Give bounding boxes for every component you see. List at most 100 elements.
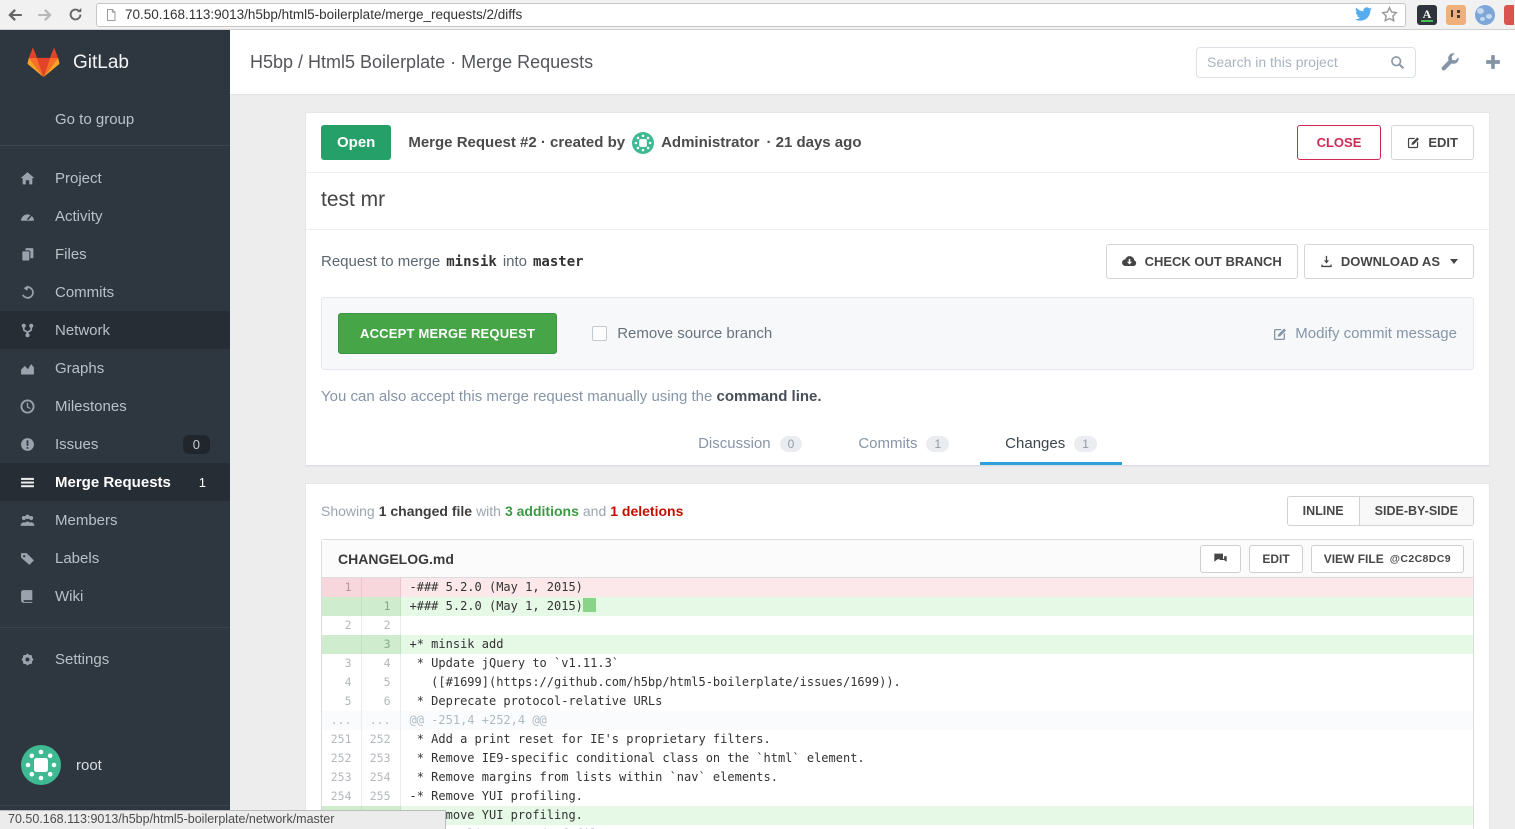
new-line-number[interactable]: 255	[361, 787, 400, 806]
sidebar-item-label: Commits	[55, 284, 114, 301]
new-line-number[interactable]: 4	[361, 654, 400, 673]
diff-file-box: CHANGELOG.md EDIT VIEW FILE @c2c8dc9 1-#…	[321, 539, 1474, 829]
check-out-branch-button[interactable]: CHECK OUT BRANCH	[1106, 244, 1298, 279]
view-file-button[interactable]: VIEW FILE @c2c8dc9	[1311, 545, 1464, 573]
mr-author[interactable]: Administrator	[661, 134, 759, 151]
search-icon[interactable]	[1390, 55, 1405, 70]
diff-line-content: * Add a print reset for IE's proprietary…	[400, 730, 1473, 749]
address-bar[interactable]: 70.50.168.113:9013/h5bp/html5-boilerplat…	[96, 3, 1406, 27]
tab-changes[interactable]: Changes 1	[980, 423, 1122, 465]
comment-toggle-button[interactable]	[1200, 545, 1241, 573]
edit-file-button[interactable]: EDIT	[1249, 545, 1302, 573]
sidebar-item-settings[interactable]: Settings	[0, 640, 230, 678]
current-user[interactable]: root	[21, 745, 102, 785]
sidebar-item-issues[interactable]: Issues 0	[0, 425, 230, 463]
remove-source-branch-checkbox[interactable]	[592, 326, 607, 341]
new-line-number[interactable]: 254	[361, 768, 400, 787]
search-input[interactable]	[1207, 54, 1390, 70]
sidebar-item-label: Labels	[55, 550, 99, 567]
tab-discussion[interactable]: Discussion 0	[673, 423, 827, 465]
sidebar-item-network[interactable]: Network	[0, 311, 230, 349]
old-line-number[interactable]: 252	[322, 749, 361, 768]
diff-file-header: CHANGELOG.md EDIT VIEW FILE @c2c8dc9	[322, 540, 1473, 578]
tab-label: Discussion	[698, 435, 771, 452]
admin-wrench-icon[interactable]	[1441, 53, 1460, 72]
bookmark-star-icon[interactable]	[1381, 6, 1398, 23]
diff-row: 1+### 5.2.0 (May 1, 2015)	[322, 597, 1473, 616]
sidebar-item-labels[interactable]: Labels	[0, 539, 230, 577]
new-line-number[interactable]: 3	[361, 635, 400, 654]
old-line-number[interactable]: 2	[322, 616, 361, 635]
new-line-number[interactable]: ...	[361, 711, 400, 730]
forward-icon[interactable]	[30, 7, 60, 23]
gitlab-logo[interactable]: GitLab	[0, 30, 230, 95]
sidebar-item-members[interactable]: Members	[0, 501, 230, 539]
url-text[interactable]: 70.50.168.113:9013/h5bp/html5-boilerplat…	[125, 7, 1346, 22]
twitter-extension-icon[interactable]	[1355, 6, 1372, 23]
back-icon[interactable]	[0, 7, 30, 23]
diff-line-content: * Remove IE9-specific conditional class …	[400, 749, 1473, 768]
page-icon	[104, 8, 118, 22]
username: root	[76, 757, 102, 774]
target-branch: master	[533, 254, 584, 270]
new-line-number[interactable]: 6	[361, 692, 400, 711]
sidebar-item-merge-requests[interactable]: Merge Requests 1	[0, 463, 230, 501]
old-line-number[interactable]: 253	[322, 768, 361, 787]
old-line-number[interactable]: ...	[322, 711, 361, 730]
new-line-number[interactable]: 2	[361, 616, 400, 635]
download-as-button[interactable]: DOWNLOAD AS	[1304, 244, 1474, 279]
sidebar-item-project[interactable]: Project	[0, 159, 230, 197]
new-line-number[interactable]: 252	[361, 730, 400, 749]
sidebar-item-wiki[interactable]: Wiki	[0, 577, 230, 615]
sidebar-item-files[interactable]: Files	[0, 235, 230, 273]
old-line-number[interactable]: 254	[322, 787, 361, 806]
diff-row: 251252 * Add a print reset for IE's prop…	[322, 730, 1473, 749]
side-by-side-view-button[interactable]: SIDE-BY-SIDE	[1359, 497, 1473, 525]
author-avatar[interactable]	[632, 132, 654, 154]
diff-row: 253254 * Remove margins from lists withi…	[322, 768, 1473, 787]
sidebar-item-milestones[interactable]: Milestones	[0, 387, 230, 425]
mr-title: test mr	[306, 173, 1489, 229]
edit-button[interactable]: EDIT	[1391, 125, 1474, 160]
old-line-number[interactable]	[322, 635, 361, 654]
diffs-panel: Showing 1 changed file with 3 additions …	[305, 483, 1490, 829]
new-line-number[interactable]	[361, 578, 400, 597]
new-line-number[interactable]: 253	[361, 749, 400, 768]
command-line-link[interactable]: command line.	[717, 388, 822, 405]
inline-view-button[interactable]: INLINE	[1288, 497, 1359, 525]
wiki-icon	[0, 589, 55, 604]
cropped-extension-icon[interactable]	[1504, 5, 1514, 25]
refresh-icon[interactable]	[60, 7, 90, 22]
old-line-number[interactable]: 5	[322, 692, 361, 711]
dictionary-extension-icon[interactable]: A	[1417, 5, 1437, 25]
modify-commit-message-link[interactable]: Modify commit message	[1273, 325, 1457, 342]
accept-merge-request-button[interactable]: ACCEPT MERGE REQUEST	[338, 313, 557, 354]
sidebar-item-activity[interactable]: Activity	[0, 197, 230, 235]
tab-commits[interactable]: Commits 1	[833, 423, 974, 465]
diff-row: 3+* minsik add	[322, 635, 1473, 654]
sidebar-item-label: Milestones	[55, 398, 127, 415]
old-line-number[interactable]: 3	[322, 654, 361, 673]
file-name[interactable]: CHANGELOG.md	[338, 551, 454, 567]
close-button[interactable]: CLOSE	[1297, 125, 1382, 160]
new-line-number[interactable]: 5	[361, 673, 400, 692]
deletions-count: 1 deletions	[610, 503, 683, 519]
diff-table-body: 1-### 5.2.0 (May 1, 2015)1+### 5.2.0 (Ma…	[322, 578, 1473, 829]
old-line-number[interactable]	[322, 597, 361, 616]
go-to-group-link[interactable]: Go to group	[0, 95, 230, 145]
diff-line-content: +### 5.2.0 (May 1, 2015)	[400, 597, 1473, 616]
diff-line-content: +* minsik add	[400, 635, 1473, 654]
new-project-plus-icon[interactable]	[1485, 54, 1501, 70]
avatar	[21, 745, 61, 785]
diff-line-content: * Update jQuery to `v1.11.3`	[400, 654, 1473, 673]
sidebar-item-commits[interactable]: Commits	[0, 273, 230, 311]
face-extension-icon[interactable]	[1446, 5, 1466, 25]
sidebar-item-graphs[interactable]: Graphs	[0, 349, 230, 387]
globe-extension-icon[interactable]	[1475, 5, 1495, 25]
old-line-number[interactable]: 4	[322, 673, 361, 692]
new-line-number[interactable]: 1	[361, 597, 400, 616]
logo-text: GitLab	[73, 52, 129, 74]
old-line-number[interactable]: 1	[322, 578, 361, 597]
old-line-number[interactable]: 251	[322, 730, 361, 749]
sidebar-item-label: Settings	[55, 651, 109, 668]
